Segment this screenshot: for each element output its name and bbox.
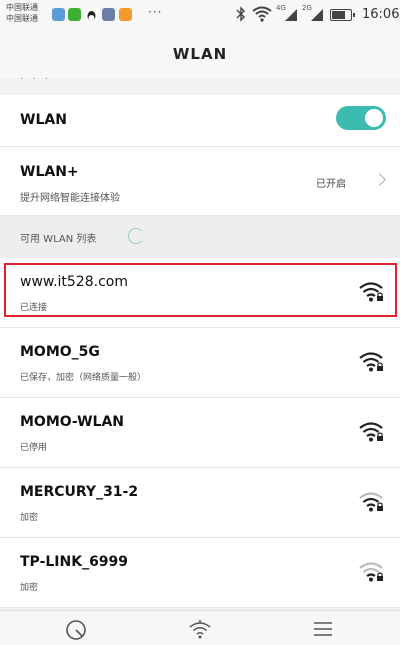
chevron-right-icon: [373, 173, 386, 186]
notification-app-icon: [52, 8, 65, 21]
switch-knob: [365, 109, 383, 127]
network-row[interactable]: MOMO-WLAN 已停用: [0, 398, 400, 468]
page-title: WLAN: [172, 45, 228, 63]
wlan-label: WLAN: [20, 112, 67, 128]
battery-icon: [330, 9, 355, 21]
bottom-nav: [0, 610, 400, 645]
available-networks-header: 可用 WLAN 列表: [0, 216, 400, 258]
scrolled-partial-text: · · ·: [20, 74, 51, 85]
wifi-status-icon: [252, 6, 272, 22]
wlan-plus-label: WLAN+: [20, 164, 79, 180]
carrier-label: 中国联通: [6, 14, 38, 23]
wifi-locked-signal-icon: [359, 352, 383, 372]
network-ssid: MERCURY_31-2: [20, 484, 139, 500]
battery-level: [332, 11, 346, 19]
network-status: 加密: [20, 513, 39, 523]
network-row[interactable]: MERCURY_31-2 加密: [0, 468, 400, 538]
gallery-icon: [102, 8, 115, 21]
network-ssid: TP-LINK_6999: [20, 554, 129, 570]
wifi-settings-icon[interactable]: [187, 619, 213, 641]
scan-icon[interactable]: [64, 619, 88, 641]
wlan-switch[interactable]: [336, 106, 386, 130]
network-ssid: MOMO-WLAN: [20, 414, 125, 430]
more-notifications-icon: ···: [148, 5, 163, 19]
menu-icon[interactable]: [312, 619, 334, 639]
network-row[interactable]: TP-LINK_6999 加密: [0, 538, 400, 608]
qq-icon: [85, 8, 98, 21]
network-status: 加密: [20, 583, 39, 593]
bluetooth-icon: [236, 6, 245, 22]
wifi-locked-signal-icon: [359, 562, 383, 582]
selected-network-highlight: [4, 263, 397, 317]
wechat-icon: [68, 8, 81, 21]
carrier-label: 中国联通: [6, 3, 38, 12]
network-status: 已停用: [20, 443, 48, 453]
title-bar: WLAN: [0, 30, 400, 78]
store-icon: [119, 8, 132, 21]
wlan-toggle-row[interactable]: WLAN: [0, 95, 400, 147]
network-status: 已保存，加密（网络质量一般）: [20, 373, 147, 383]
clock: 16:06: [362, 7, 400, 22]
section-title: 可用 WLAN 列表: [20, 234, 97, 245]
scanning-spinner-icon: [128, 228, 144, 244]
network-ssid: MOMO_5G: [20, 344, 100, 360]
wlan-plus-sublabel: 提升网络智能连接体验: [20, 193, 120, 204]
status-bar: 中国联通 中国联通 ··· 4G 2G 16:06: [0, 0, 400, 30]
wlan-plus-status: 已开启: [316, 179, 346, 190]
signal-icon: [311, 9, 323, 21]
signal-icon: [285, 9, 297, 21]
wifi-locked-signal-icon: [359, 492, 383, 512]
network-row[interactable]: MOMO_5G 已保存，加密（网络质量一般）: [0, 328, 400, 398]
wifi-locked-signal-icon: [359, 422, 383, 442]
wlan-plus-row[interactable]: WLAN+ 提升网络智能连接体验 已开启: [0, 147, 400, 216]
